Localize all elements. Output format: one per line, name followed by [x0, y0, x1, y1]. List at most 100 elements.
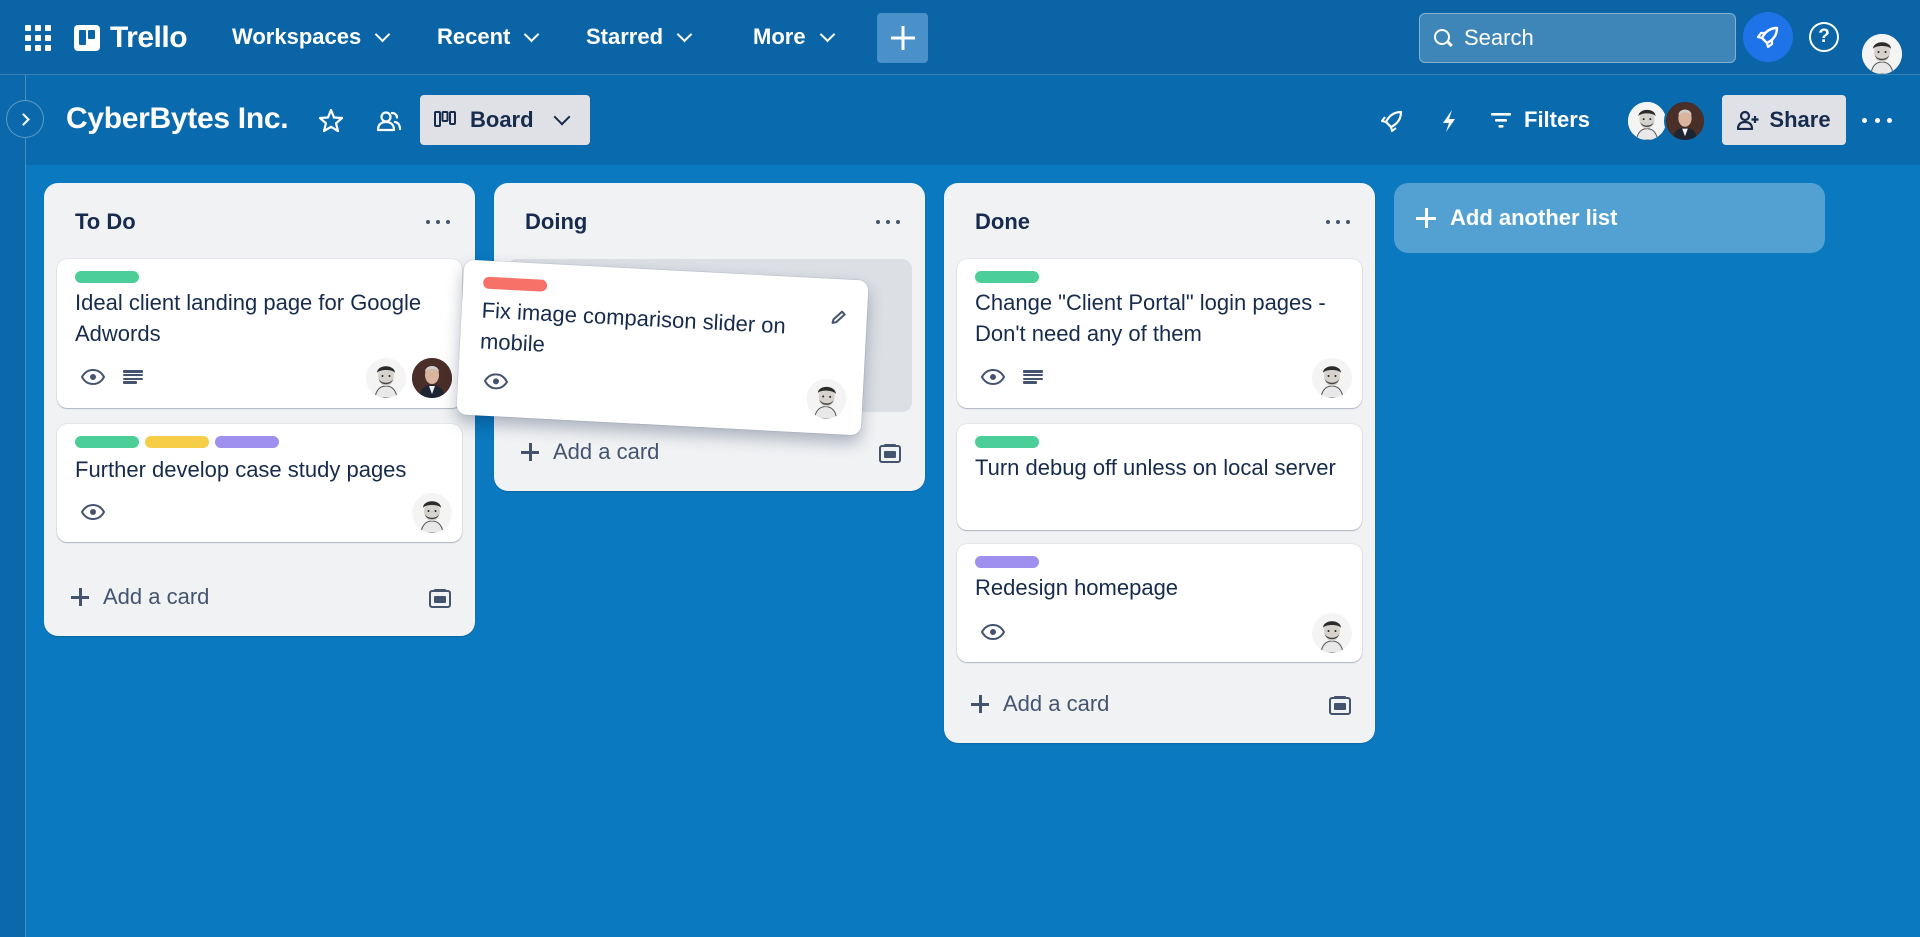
card-template-icon[interactable] [429, 588, 451, 608]
add-person-icon [1737, 110, 1759, 130]
search-box[interactable] [1419, 13, 1736, 63]
card-title: Redesign homepage [975, 575, 1179, 600]
card-members [1312, 358, 1352, 398]
card[interactable]: Turn debug off unless on local server [957, 424, 1362, 530]
label-green[interactable] [975, 271, 1039, 283]
card-badges [981, 369, 1043, 385]
card-template-icon[interactable] [879, 443, 901, 463]
nav-workspaces-menu[interactable]: Workspaces [220, 14, 400, 60]
nav-more-menu[interactable]: More [741, 14, 845, 60]
watching-eye-icon [484, 373, 509, 390]
card-badges [81, 369, 143, 385]
nav-starred-menu[interactable]: Starred [574, 14, 702, 60]
list-title[interactable]: To Do [75, 209, 136, 235]
plus-icon [1416, 208, 1436, 228]
board-view-switcher[interactable]: Board [420, 95, 590, 145]
label-purple[interactable] [975, 556, 1039, 568]
card-badges [81, 504, 105, 520]
search-input[interactable] [1464, 25, 1704, 51]
rocket-icon[interactable] [1378, 107, 1406, 135]
label-red[interactable] [482, 276, 548, 292]
nav-more-label: More [753, 24, 806, 49]
card[interactable]: Redesign homepage [957, 544, 1362, 662]
add-card-label: Add a card [1003, 691, 1110, 716]
board-menu-more-icon[interactable] [1862, 105, 1892, 135]
plus-icon [71, 588, 89, 606]
card-member-avatar[interactable] [412, 358, 452, 398]
nav-recent-label: Recent [437, 24, 511, 49]
card-member-avatar[interactable] [412, 493, 452, 533]
card-member-avatar[interactable] [1312, 358, 1352, 398]
card-template-icon[interactable] [1329, 695, 1351, 715]
list-menu-icon[interactable] [423, 207, 453, 237]
list-menu-icon[interactable] [873, 207, 903, 237]
chevron-down-icon [524, 26, 540, 42]
watching-eye-icon [981, 624, 1005, 640]
card[interactable]: Change "Client Portal" login pages - Don… [957, 259, 1362, 408]
trello-logo[interactable]: Trello [74, 20, 188, 56]
card-badges [981, 624, 1005, 640]
nav-recent-menu[interactable]: Recent [425, 14, 549, 60]
automation-lightning-icon[interactable] [1435, 107, 1463, 135]
label-green[interactable] [975, 436, 1039, 448]
card-labels [975, 271, 1039, 283]
list-to-do: To Do Ideal client landing page for Goog… [44, 183, 475, 636]
add-card-label: Add a card [553, 439, 660, 464]
help-icon[interactable]: ? [1809, 22, 1839, 52]
card-member-avatar[interactable] [1312, 613, 1352, 653]
card-title: Turn debug off unless on local server [975, 455, 1336, 480]
add-another-list-button[interactable]: Add another list [1394, 183, 1825, 253]
add-card-button[interactable]: Add a card [957, 682, 1109, 726]
watching-eye-icon [81, 369, 105, 385]
chevron-down-icon [819, 26, 835, 42]
add-card-label: Add a card [103, 584, 210, 609]
workspace-visibility-icon[interactable] [375, 107, 403, 135]
add-card-button[interactable]: Add a card [57, 575, 209, 619]
filters-button[interactable]: Filters [1490, 98, 1590, 142]
description-icon [1023, 369, 1043, 385]
card[interactable]: Ideal client landing page for Google Adw… [57, 259, 462, 408]
member-avatar[interactable] [1664, 100, 1706, 142]
nav-workspaces-label: Workspaces [232, 24, 362, 49]
expand-sidebar-button[interactable] [6, 100, 44, 138]
list-title[interactable]: Doing [525, 209, 587, 235]
board-view-icon [434, 111, 456, 127]
label-green[interactable] [75, 271, 139, 283]
add-list-label: Add another list [1450, 205, 1618, 230]
list-title[interactable]: Done [975, 209, 1030, 235]
rocket-icon [1756, 26, 1779, 49]
add-card-button[interactable]: Add a card [507, 430, 659, 474]
account-avatar[interactable] [1862, 34, 1902, 74]
chevron-right-icon [16, 112, 30, 126]
list-menu-icon[interactable] [1323, 207, 1353, 237]
watching-eye-icon [981, 369, 1005, 385]
power-ups-button[interactable] [1743, 12, 1793, 62]
chevron-down-icon [676, 26, 693, 42]
card-member-avatar[interactable] [805, 377, 848, 420]
star-icon[interactable] [317, 107, 345, 135]
plus-icon [521, 443, 539, 461]
card-labels [75, 436, 279, 448]
card-title: Change "Client Portal" login pages - Don… [975, 290, 1326, 346]
watching-eye-icon [81, 504, 105, 520]
board-title[interactable]: CyberBytes Inc. [66, 102, 289, 136]
trello-logo-text: Trello [110, 21, 188, 54]
share-button[interactable]: Share [1722, 95, 1846, 145]
label-green[interactable] [75, 436, 139, 448]
card-labels [482, 276, 548, 292]
card[interactable]: Further develop case study pages [57, 424, 462, 542]
board-view-label: Board [470, 107, 534, 132]
card-title: Ideal client landing page for Google Adw… [75, 290, 422, 346]
dragging-card[interactable]: Fix image comparison slider on mobile [456, 259, 869, 436]
app-switcher-icon[interactable] [22, 22, 54, 54]
card-member-avatar[interactable] [366, 358, 406, 398]
share-label: Share [1769, 107, 1831, 132]
label-yellow[interactable] [145, 436, 209, 448]
plus-icon [971, 695, 989, 713]
edit-pencil-icon[interactable] [828, 307, 849, 328]
nav-starred-label: Starred [586, 24, 664, 49]
list-done: Done Change "Client Portal" login pages … [944, 183, 1375, 743]
member-avatar[interactable] [1626, 100, 1668, 142]
label-purple[interactable] [215, 436, 279, 448]
create-button[interactable] [877, 13, 928, 63]
